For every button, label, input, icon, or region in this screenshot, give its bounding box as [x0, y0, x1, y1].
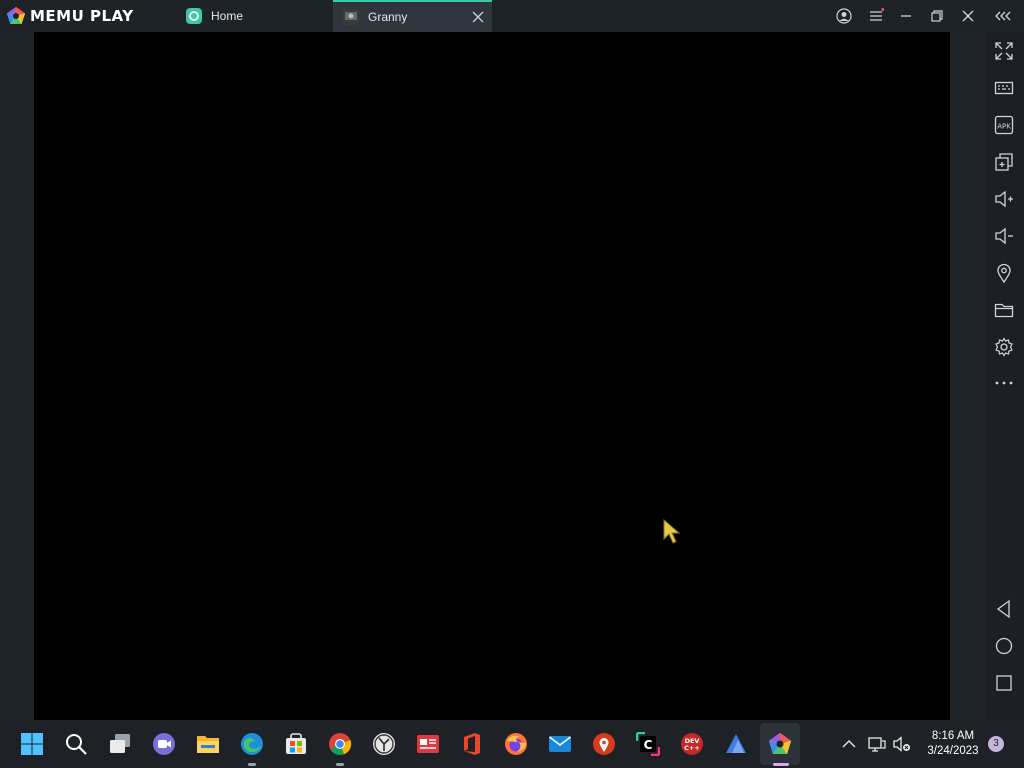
windows-taskbar: C DEV C++ 8:16 AM 3/24/2023	[0, 720, 1024, 768]
fullscreen-icon[interactable]	[994, 41, 1014, 61]
account-icon[interactable]	[836, 8, 852, 24]
memu-active-indicator	[773, 763, 789, 766]
dev-cpp-icon[interactable]: DEV C++	[680, 732, 704, 756]
emulator-toolbar: APK	[985, 32, 1024, 720]
clion-icon[interactable]: C	[636, 732, 660, 756]
firefox-icon[interactable]	[504, 732, 528, 756]
memu-logo-icon	[7, 7, 25, 24]
close-tab-icon[interactable]	[472, 11, 484, 23]
multi-instance-icon[interactable]	[994, 152, 1014, 172]
mail-icon[interactable]	[548, 732, 572, 756]
notification-badge[interactable]: 3	[988, 736, 1004, 752]
mouse-cursor-icon	[663, 519, 681, 544]
close-icon[interactable]	[960, 8, 976, 24]
svg-text:C: C	[644, 738, 653, 752]
task-view-icon[interactable]	[108, 732, 132, 756]
search-icon[interactable]	[64, 732, 88, 756]
minimize-icon[interactable]	[898, 8, 914, 24]
settings-icon[interactable]	[994, 337, 1014, 357]
windows-start-icon[interactable]	[20, 732, 44, 756]
logo-text: MEMU PLAY	[30, 7, 134, 25]
shared-folder-icon[interactable]	[994, 300, 1014, 320]
teams-chat-icon[interactable]	[152, 732, 176, 756]
maps-pin-icon[interactable]	[592, 732, 616, 756]
news-app-icon[interactable]	[416, 732, 440, 756]
granny-app-icon	[343, 9, 359, 25]
bird-app-icon[interactable]	[724, 732, 748, 756]
apk-install-icon[interactable]: APK	[994, 115, 1014, 135]
volume-up-icon[interactable]	[994, 189, 1014, 209]
volume-muted-icon[interactable]	[893, 735, 911, 753]
system-clock[interactable]: 8:16 AM 3/24/2023	[918, 729, 988, 759]
title-bar: MEMU PLAY Home Granny	[0, 0, 1024, 32]
keyboard-mapping-icon[interactable]	[994, 78, 1014, 98]
collapse-toolbar-icon[interactable]	[994, 8, 1014, 24]
chevron-up-icon[interactable]	[841, 736, 857, 752]
clock-time: 8:16 AM	[931, 730, 975, 742]
location-icon[interactable]	[994, 263, 1014, 283]
svg-text:APK: APK	[997, 123, 1011, 131]
network-icon[interactable]	[868, 735, 886, 753]
tab-granny-label: Granny	[368, 10, 408, 24]
left-margin	[0, 32, 34, 720]
memu-home-icon	[186, 8, 202, 24]
file-explorer-icon[interactable]	[196, 732, 220, 756]
memu-taskbar-icon[interactable]	[768, 732, 792, 756]
memu-logo: MEMU PLAY	[6, 6, 134, 26]
volume-down-icon[interactable]	[994, 226, 1014, 246]
restore-icon[interactable]	[929, 8, 945, 24]
home-nav-icon[interactable]	[994, 636, 1014, 656]
tab-home[interactable]: Home	[176, 0, 332, 32]
chrome-icon[interactable]	[328, 732, 352, 756]
menu-icon[interactable]	[868, 8, 884, 24]
chrome-running-indicator	[336, 763, 344, 766]
edge-icon[interactable]	[240, 732, 264, 756]
clock-app-icon[interactable]	[372, 732, 396, 756]
game-screen[interactable]	[34, 32, 950, 720]
edge-running-indicator	[248, 763, 256, 766]
more-icon[interactable]	[994, 373, 1014, 393]
svg-text:C++: C++	[684, 744, 700, 752]
tab-home-label: Home	[211, 9, 244, 23]
back-icon[interactable]	[994, 599, 1014, 619]
right-margin	[950, 32, 985, 720]
recent-apps-icon[interactable]	[994, 673, 1014, 693]
microsoft-store-icon[interactable]	[284, 732, 308, 756]
clock-date: 3/24/2023	[927, 745, 979, 757]
office-icon[interactable]	[460, 732, 484, 756]
tab-granny[interactable]: Granny	[333, 0, 492, 32]
